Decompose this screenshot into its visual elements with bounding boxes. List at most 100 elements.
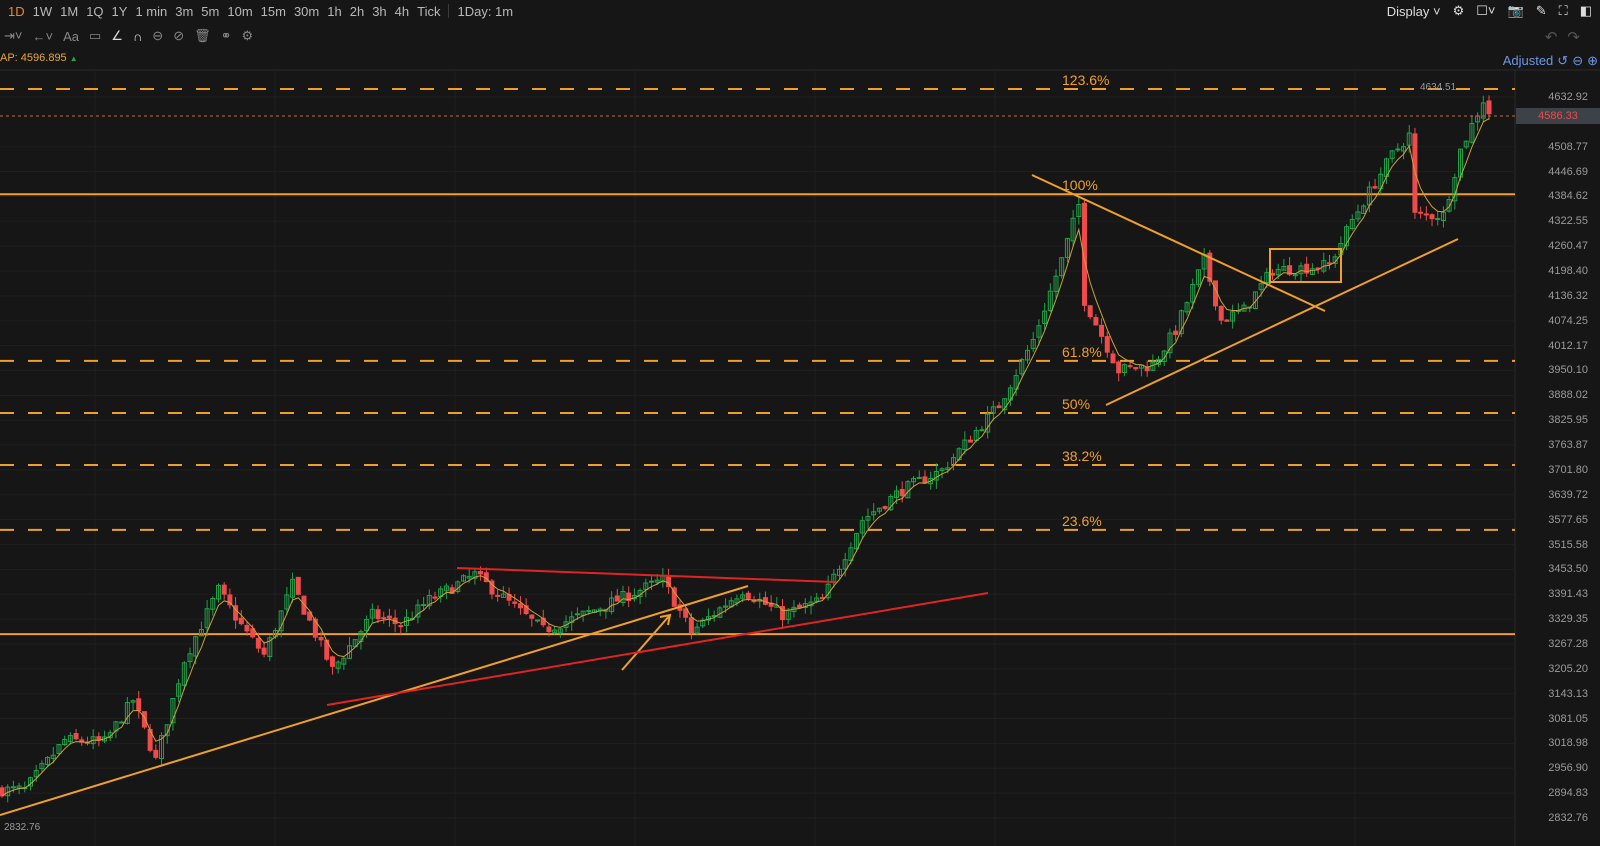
- y-tick-label: 4632.92: [1548, 91, 1588, 103]
- fib-label: 123.6%: [1062, 71, 1110, 88]
- candle: [1104, 336, 1110, 353]
- y-tick-label: 3888.02: [1548, 389, 1588, 402]
- fib-label: 61.8%: [1062, 343, 1102, 360]
- y-tick-label: 3391.43: [1548, 588, 1588, 601]
- candle: [529, 614, 535, 619]
- candle: [1127, 365, 1133, 368]
- y-tick-label: 3081.05: [1548, 712, 1588, 725]
- y-tick-label: 3701.80: [1548, 463, 1588, 476]
- candle: [119, 721, 125, 724]
- candle: [517, 603, 523, 609]
- candle: [329, 656, 335, 667]
- fib-label: 50%: [1062, 395, 1091, 412]
- moving-average-line: [1, 118, 1490, 797]
- low-label: 2832.76: [4, 822, 41, 833]
- candle: [1116, 361, 1122, 374]
- y-tick-label: 4446.69: [1548, 165, 1588, 178]
- last-price-tag: 4586.33: [1516, 108, 1600, 124]
- candle: [1270, 272, 1276, 276]
- candle: [979, 429, 985, 432]
- y-tick-label: 3267.28: [1548, 637, 1588, 650]
- candle: [261, 647, 267, 655]
- candle: [255, 637, 261, 649]
- candle: [968, 439, 974, 443]
- candle: [1418, 211, 1424, 214]
- candle: [535, 619, 541, 622]
- y-tick-label: 2956.90: [1548, 762, 1588, 775]
- y-tick-label: 3515.58: [1548, 538, 1588, 551]
- candle: [512, 601, 518, 604]
- y-tick-label: 3639.72: [1548, 488, 1588, 501]
- candle: [614, 595, 620, 602]
- y-tick-label: 2832.76: [1548, 812, 1588, 824]
- candle: [916, 476, 922, 479]
- candle: [227, 594, 233, 606]
- y-tick-label: 3453.50: [1548, 563, 1588, 576]
- candle: [238, 617, 244, 625]
- candle: [882, 506, 888, 509]
- y-tick-label: 3329.35: [1548, 613, 1588, 626]
- y-tick-label: 4384.62: [1548, 190, 1588, 203]
- candle: [1429, 214, 1435, 220]
- candle: [546, 626, 552, 633]
- candle: [586, 610, 592, 613]
- candle: [1326, 262, 1332, 265]
- y-tick-label: 3143.13: [1548, 687, 1588, 700]
- candle: [1224, 319, 1230, 322]
- candle: [153, 749, 159, 758]
- candle: [1173, 330, 1179, 336]
- candle: [10, 786, 16, 789]
- candle: [1133, 366, 1139, 370]
- red-support-line[interactable]: [326, 592, 989, 706]
- y-tick-label: 2894.83: [1548, 787, 1588, 800]
- fib-label: 23.6%: [1062, 512, 1102, 529]
- y-tick-label: 3825.95: [1548, 414, 1588, 427]
- y-tick-label: 3763.87: [1548, 439, 1588, 452]
- y-tick-label: 4322.55: [1548, 215, 1588, 228]
- candle: [1423, 213, 1429, 216]
- candle: [1099, 324, 1105, 337]
- fib-label: 100%: [1062, 177, 1098, 194]
- candle: [648, 580, 654, 583]
- triangle-lower-line[interactable]: [1105, 238, 1459, 406]
- candle: [1435, 218, 1441, 221]
- y-tick-label: 3205.20: [1548, 662, 1588, 675]
- candle: [1110, 353, 1116, 364]
- triangle-upper-line[interactable]: [1031, 174, 1326, 312]
- y-tick-label: 3018.98: [1548, 737, 1588, 750]
- candle: [136, 698, 142, 712]
- high-label: 4634.51: [1420, 82, 1457, 93]
- candle: [244, 624, 250, 632]
- y-tick-label: 3950.10: [1548, 364, 1588, 377]
- candle: [745, 592, 751, 599]
- y-tick-label: 4012.17: [1548, 339, 1588, 352]
- y-tick-label: 4198.40: [1548, 265, 1588, 278]
- y-tick-label: 4260.47: [1548, 240, 1588, 253]
- candle: [295, 576, 301, 595]
- candle: [478, 571, 484, 575]
- candle: [1372, 186, 1378, 189]
- candle: [221, 584, 227, 595]
- candle: [996, 405, 1002, 409]
- candle: [495, 594, 501, 597]
- candle: [1395, 148, 1401, 151]
- fib-label: 38.2%: [1062, 448, 1102, 465]
- candle: [1093, 317, 1099, 326]
- price-chart[interactable]: [0, 0, 1600, 846]
- candle: [381, 617, 387, 620]
- candle: [421, 604, 427, 607]
- y-tick-label: 4508.77: [1548, 140, 1588, 153]
- candle: [386, 615, 392, 619]
- candle: [318, 637, 324, 641]
- candle: [688, 617, 694, 634]
- y-tick-label: 4074.25: [1548, 314, 1588, 327]
- candle: [797, 604, 803, 609]
- candle: [375, 609, 381, 620]
- candle: [73, 733, 79, 740]
- y-tick-label: 3577.65: [1548, 513, 1588, 526]
- candle: [432, 596, 438, 599]
- candle: [398, 625, 404, 628]
- orange-trendline-long[interactable]: [0, 585, 749, 816]
- candle: [899, 488, 905, 497]
- candle: [574, 613, 580, 616]
